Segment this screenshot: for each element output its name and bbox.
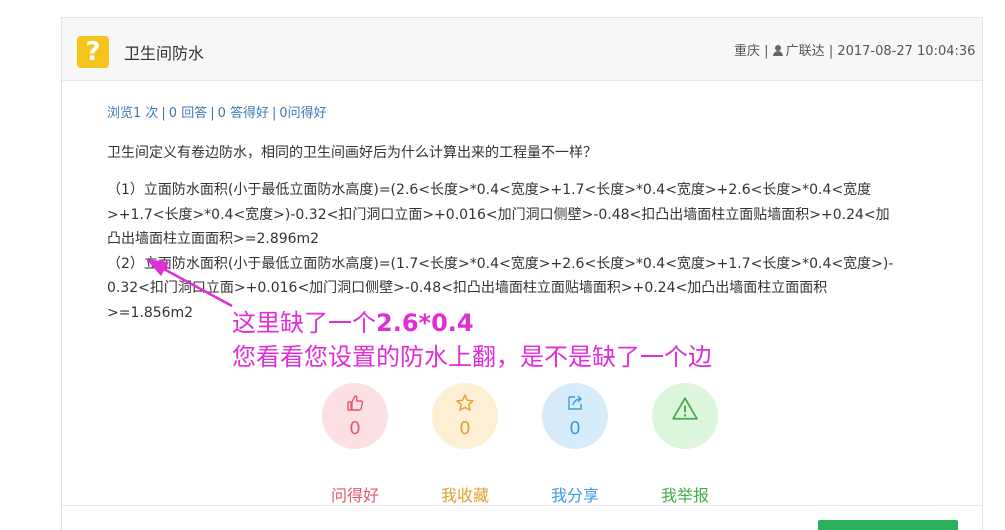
question-card: ? 卫生间防水 重庆 | 广联达 | 2017-08-27 10:04:36 浏… [61, 17, 983, 530]
answer-line: 凸出墙面柱立面面积>=2.896m2 [107, 231, 320, 247]
divider [62, 505, 982, 506]
share-icon [568, 395, 582, 410]
question-stats: 浏览1 次 | 0 回答 | 0 答得好 | 0问得好 [107, 106, 327, 121]
answer-line: （1）立面防水面积(小于最低立面防水高度)=(2.6<长度>*0.4<宽度>+1… [107, 182, 872, 198]
ask-good-count: 0 [349, 418, 361, 439]
question-title: 卫生间防水 [124, 44, 205, 63]
report-label[interactable]: 我举报 [650, 482, 720, 506]
answer-line: >+1.7<长度>*0.4<宽度>)-0.32<扣门洞口立面>+0.016<加门… [107, 206, 890, 223]
thumbs-up-icon [347, 395, 364, 411]
answer-line: （2）立面防水面积(小于最低立面防水高度)=(1.7<长度>*0.4<宽度>+2… [107, 255, 894, 272]
username[interactable]: 广联达 [786, 44, 825, 59]
share-label[interactable]: 我分享 [540, 482, 610, 506]
star-icon [456, 394, 474, 411]
user-icon [772, 45, 783, 56]
favorite-label[interactable]: 我收藏 [430, 482, 500, 506]
views-count[interactable]: 浏览1 次 [107, 106, 158, 121]
share-count: 0 [569, 418, 581, 439]
answer-line: 0.32<扣门洞口立面>+0.016<加门洞口侧壁>-0.48<扣凸出墙面柱立面… [107, 280, 828, 296]
location: 重庆 [734, 44, 761, 59]
good-answers-count[interactable]: 0 答得好 [218, 106, 269, 121]
post-datetime: 2017-08-27 10:04:36 [837, 44, 976, 59]
annotation-line-1: 这里缺了一个2.6*0.4 [232, 309, 474, 337]
ask-good-button[interactable]: 0 [322, 383, 388, 449]
report-button[interactable]: 0 [652, 383, 718, 449]
favorite-button[interactable]: 0 [432, 383, 498, 449]
annotation-value: 2.6*0.4 [376, 309, 474, 337]
answers-count[interactable]: 0 回答 [169, 106, 207, 121]
question-header: ? 卫生间防水 重庆 | 广联达 | 2017-08-27 10:04:36 [62, 18, 982, 81]
annotation-note: 这里缺了一个2.6*0.4 您看看您设置的防水上翻，是不是缺了一个边 [232, 306, 712, 374]
asked-good-count[interactable]: 0问得好 [279, 106, 326, 121]
question-text: 卫生间定义有卷边防水，相同的卫生间画好后为什么计算出来的工程量不一样？ [107, 145, 597, 161]
answer-button[interactable] [818, 520, 958, 530]
ask-good-label[interactable]: 问得好 [320, 482, 390, 506]
annotation-line-2: 您看看您设置的防水上翻，是不是缺了一个边 [232, 343, 712, 371]
favorite-count: 0 [459, 418, 471, 439]
answer-body: （1）立面防水面积(小于最低立面防水高度)=(2.6<长度>*0.4<宽度>+1… [107, 178, 967, 325]
share-button[interactable]: 0 [542, 383, 608, 449]
question-meta: 重庆 | 广联达 | 2017-08-27 10:04:36 [734, 44, 976, 59]
question-mark-icon: ? [77, 36, 109, 68]
warning-icon [672, 397, 698, 420]
